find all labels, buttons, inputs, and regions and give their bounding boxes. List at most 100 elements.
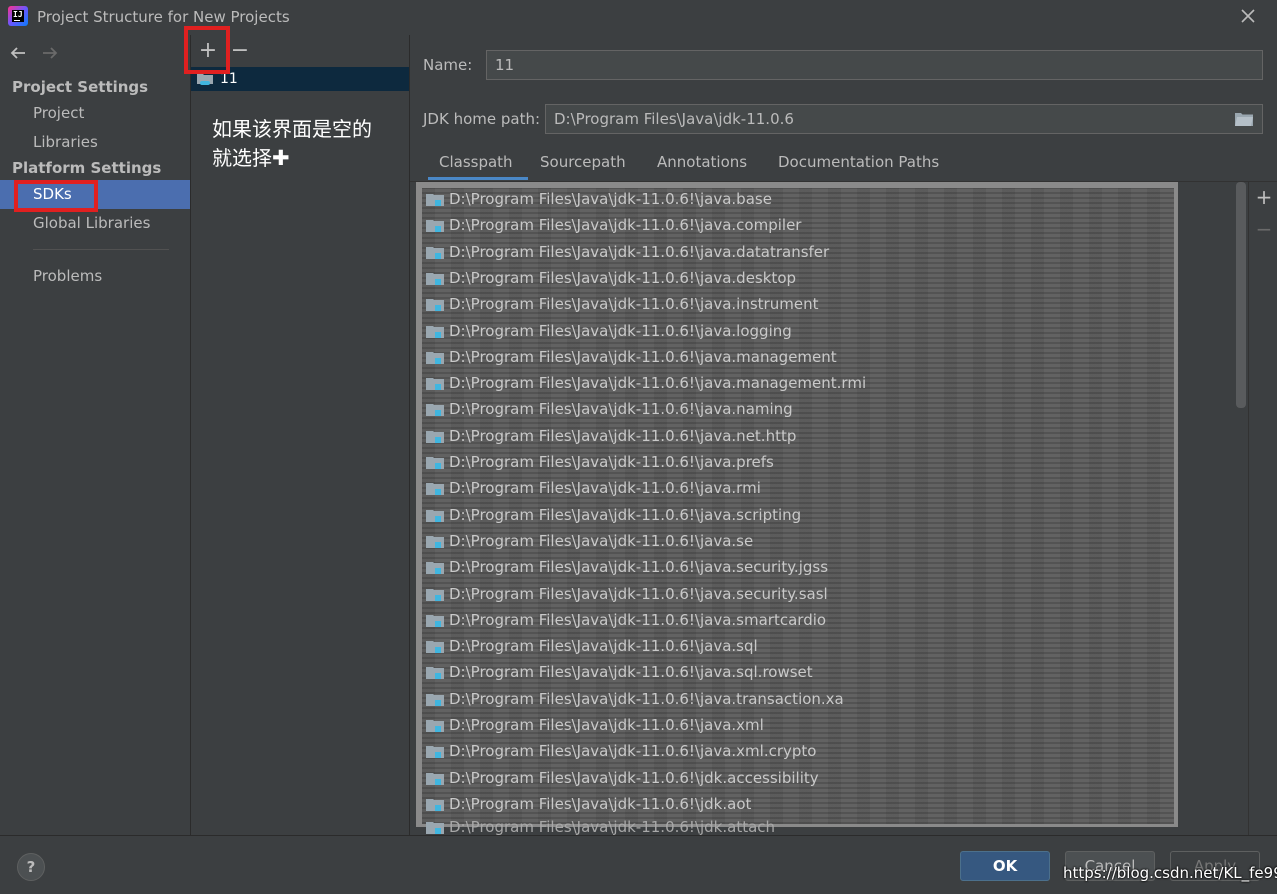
classpath-entry-text: D:\Program Files\Java\jdk-11.0.6!\java.s…: [449, 663, 813, 682]
sidebar-item-global-libraries[interactable]: Global Libraries: [0, 209, 190, 238]
list-item[interactable]: D:\Program Files\Java\jdk-11.0.6!\java.l…: [426, 320, 1166, 342]
module-folder-icon: [426, 720, 444, 732]
module-folder-icon: [426, 641, 444, 654]
list-item[interactable]: D:\Program Files\Java\jdk-11.0.6!\java.d…: [426, 267, 1166, 289]
classpath-entry-text: D:\Program Files\Java\jdk-11.0.6!\java.i…: [449, 295, 819, 314]
jdk-home-path-input[interactable]: D:\Program Files\Java\jdk-11.0.6: [545, 104, 1263, 134]
close-window-button[interactable]: [1237, 5, 1259, 27]
annotation-text: 如果该界面是空的 就选择✚: [212, 117, 372, 170]
list-item[interactable]: D:\Program Files\Java\jdk-11.0.6!\java.s…: [426, 530, 1166, 552]
intellij-logo-icon: IJ: [8, 6, 28, 26]
back-button[interactable]: [8, 43, 28, 63]
list-item[interactable]: D:\Program Files\Java\jdk-11.0.6!\jdk.ao…: [426, 793, 1166, 815]
module-folder-icon: [426, 614, 444, 627]
list-item[interactable]: D:\Program Files\Java\jdk-11.0.6!\java.b…: [426, 188, 1166, 210]
module-folder-icon: [426, 535, 444, 548]
sidebar-item-label: Global Libraries: [33, 214, 151, 232]
jdk-home-path-label: JDK home path:: [423, 110, 541, 128]
classpath-entry-text: D:\Program Files\Java\jdk-11.0.6!\java.d…: [449, 268, 797, 287]
tab-classpath[interactable]: Classpath: [439, 153, 513, 171]
list-item[interactable]: D:\Program Files\Java\jdk-11.0.6!\java.s…: [426, 556, 1166, 578]
list-item[interactable]: D:\Program Files\Java\jdk-11.0.6!\java.s…: [426, 661, 1166, 683]
module-folder-icon: [426, 667, 444, 680]
name-input[interactable]: 11: [486, 50, 1263, 80]
remove-classpath-button[interactable]: −: [1255, 217, 1273, 241]
classpath-entry-text: D:\Program Files\Java\jdk-11.0.6!\java.x…: [449, 716, 764, 734]
classpath-entry-text: D:\Program Files\Java\jdk-11.0.6!\java.s…: [449, 505, 802, 524]
list-item[interactable]: D:\Program Files\Java\jdk-11.0.6!\java.i…: [426, 293, 1166, 315]
sidebar-item-libraries[interactable]: Libraries: [0, 128, 190, 157]
sidebar-item-label: Problems: [33, 267, 103, 285]
name-label: Name:: [423, 56, 473, 74]
classpath-entry-text: D:\Program Files\Java\jdk-11.0.6!\jdk.ao…: [449, 794, 752, 813]
tab-sourcepath[interactable]: Sourcepath: [540, 153, 626, 171]
panel-divider: [1248, 182, 1249, 835]
classpath-entry-text: D:\Program Files\Java\jdk-11.0.6!\java.l…: [449, 321, 792, 340]
project-settings-header: Project Settings: [12, 78, 149, 96]
list-item[interactable]: D:\Program Files\Java\jdk-11.0.6!\java.c…: [426, 214, 1166, 236]
module-folder-icon: [426, 325, 444, 338]
classpath-entry-text: D:\Program Files\Java\jdk-11.0.6!\java.s…: [449, 637, 758, 656]
module-folder-icon: [426, 194, 444, 206]
remove-sdk-button[interactable]: −: [227, 38, 253, 64]
module-folder-icon: [426, 246, 444, 259]
module-folder-icon: [426, 272, 444, 285]
classpath-entry-text: D:\Program Files\Java\jdk-11.0.6!\java.t…: [449, 689, 844, 708]
list-item[interactable]: D:\Program Files\Java\jdk-11.0.6!\java.s…: [426, 583, 1166, 605]
vertical-scrollbar[interactable]: [1236, 182, 1246, 408]
classpath-entry-text: D:\Program Files\Java\jdk-11.0.6!\java.s…: [449, 610, 827, 629]
module-folder-icon: [426, 693, 444, 706]
list-item[interactable]: D:\Program Files\Java\jdk-11.0.6!\java.x…: [426, 740, 1166, 762]
list-item[interactable]: D:\Program Files\Java\jdk-11.0.6!\java.m…: [426, 372, 1166, 394]
arrow-right-icon: [43, 47, 58, 59]
active-tab-indicator: [428, 177, 528, 180]
module-folder-icon: [426, 378, 444, 391]
classpath-entry-text: D:\Program Files\Java\jdk-11.0.6!\jdk.ac…: [449, 768, 819, 787]
list-item[interactable]: D:\Program Files\Java\jdk-11.0.6!\java.r…: [426, 477, 1166, 499]
list-item[interactable]: D:\Program Files\Java\jdk-11.0.6!\java.p…: [426, 451, 1166, 473]
classpath-entry-text: D:\Program Files\Java\jdk-11.0.6!\java.b…: [449, 190, 772, 208]
module-folder-icon: [426, 772, 444, 785]
module-folder-icon: [426, 562, 444, 575]
dialog-button-bar: ? OK Cancel Apply https://blog.csdn.net/…: [0, 835, 1277, 894]
classpath-entry-text: D:\Program Files\Java\jdk-11.0.6!\java.s…: [449, 558, 829, 577]
list-item[interactable]: D:\Program Files\Java\jdk-11.0.6!\java.s…: [426, 609, 1166, 631]
classpath-entry-text: D:\Program Files\Java\jdk-11.0.6!\java.x…: [449, 742, 817, 761]
classpath-entry-text: D:\Program Files\Java\jdk-11.0.6!\java.n…: [449, 400, 793, 419]
list-item[interactable]: D:\Program Files\Java\jdk-11.0.6!\java.n…: [426, 425, 1166, 447]
forward-button[interactable]: [40, 43, 60, 63]
list-item[interactable]: D:\Program Files\Java\jdk-11.0.6!\java.s…: [426, 635, 1166, 657]
ok-button[interactable]: OK: [960, 851, 1050, 881]
classpath-entry-text: D:\Program Files\Java\jdk-11.0.6!\java.m…: [449, 347, 837, 366]
list-item[interactable]: D:\Program Files\Java\jdk-11.0.6!\jdk.ac…: [426, 767, 1166, 789]
list-item[interactable]: D:\Program Files\Java\jdk-11.0.6!\java.s…: [426, 504, 1166, 526]
browse-folder-icon: [1235, 113, 1253, 126]
classpath-entry-text: D:\Program Files\Java\jdk-11.0.6!\java.n…: [449, 426, 797, 445]
list-item[interactable]: D:\Program Files\Java\jdk-11.0.6!\java.x…: [426, 714, 1166, 736]
arrow-left-icon: [10, 47, 25, 59]
sidebar-item-problems[interactable]: Problems: [0, 262, 190, 291]
list-item[interactable]: D:\Program Files\Java\jdk-11.0.6!\java.t…: [426, 688, 1166, 710]
help-button[interactable]: ?: [17, 853, 45, 881]
add-classpath-button[interactable]: +: [1255, 185, 1273, 209]
tab-annotations[interactable]: Annotations: [657, 153, 747, 171]
module-folder-icon: [426, 509, 444, 522]
plus-icon: ✚: [272, 146, 290, 170]
classpath-entry-text: D:\Program Files\Java\jdk-11.0.6!\java.s…: [449, 584, 828, 603]
jdk-folder-icon: [197, 74, 213, 85]
module-folder-icon: [426, 430, 444, 443]
sdk-details-panel: Name: 11 JDK home path: D:\Program Files…: [410, 35, 1277, 836]
sdks-highlight-box: [14, 180, 98, 212]
list-item[interactable]: D:\Program Files\Java\jdk-11.0.6!\java.d…: [426, 241, 1166, 263]
list-item[interactable]: D:\Program Files\Java\jdk-11.0.6!\java.m…: [426, 346, 1166, 368]
module-folder-icon: [426, 746, 444, 759]
tab-documentation-paths[interactable]: Documentation Paths: [778, 153, 939, 171]
classpath-entry-text: D:\Program Files\Java\jdk-11.0.6!\java.s…: [449, 531, 754, 550]
module-folder-icon: [426, 483, 444, 496]
sidebar-item-label: Libraries: [33, 133, 98, 151]
list-item[interactable]: D:\Program Files\Java\jdk-11.0.6!\java.n…: [426, 398, 1166, 420]
classpath-list[interactable]: D:\Program Files\Java\jdk-11.0.6!\java.b…: [416, 182, 1178, 827]
sidebar-item-project[interactable]: Project: [0, 99, 190, 128]
module-folder-icon: [426, 798, 444, 811]
classpath-entry-text: D:\Program Files\Java\jdk-11.0.6!\java.r…: [449, 479, 761, 498]
